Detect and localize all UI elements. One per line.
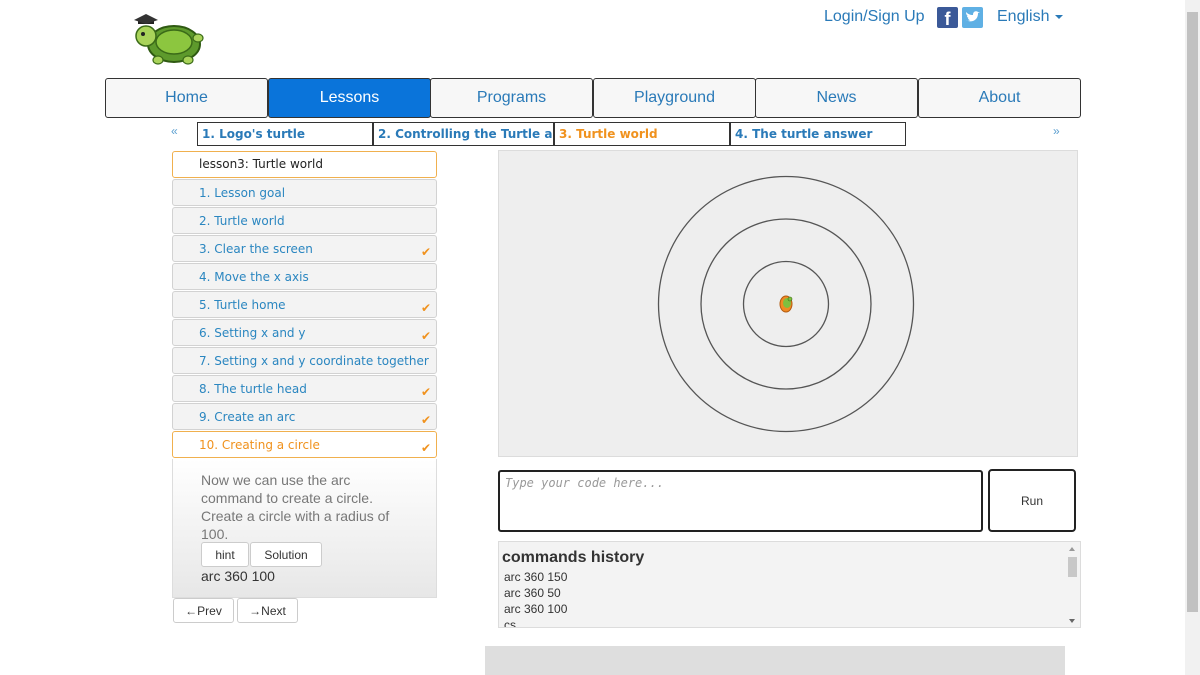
step-label: 10. Creating a circle: [199, 438, 320, 452]
check-icon: ✔: [420, 301, 431, 315]
history-item[interactable]: arc 360 150: [504, 570, 567, 584]
check-icon: ✔: [420, 245, 431, 259]
history-item[interactable]: arc 360 50: [504, 586, 561, 600]
lesson-tab-4[interactable]: 4. The turtle answer: [730, 122, 906, 146]
step-label: 5. Turtle home: [199, 298, 286, 312]
history-scrollbar[interactable]: [1065, 543, 1079, 627]
turtle-icon: [779, 295, 793, 313]
check-icon: ✔: [420, 385, 431, 399]
chevron-down-icon: [1055, 14, 1064, 19]
twitter-icon[interactable]: [962, 7, 983, 28]
login-signup-link[interactable]: Login/Sign Up: [824, 8, 925, 26]
step-item[interactable]: 2. Turtle world: [172, 207, 437, 234]
language-selector[interactable]: English: [997, 8, 1064, 26]
step-label: 3. Clear the screen: [199, 242, 313, 256]
next-button[interactable]: →Next: [237, 598, 298, 623]
history-title: commands history: [502, 549, 645, 566]
check-icon: ✔: [420, 329, 431, 343]
solution-button[interactable]: Solution: [250, 542, 322, 567]
nav-tab-programs[interactable]: Programs: [430, 78, 593, 118]
lesson-title: lesson3: Turtle world: [172, 151, 437, 178]
language-label: English: [997, 8, 1050, 25]
step-item-active[interactable]: 10. Creating a circle ✔: [172, 431, 437, 458]
step-label: 1. Lesson goal: [199, 186, 286, 200]
nav-tab-lessons[interactable]: Lessons: [268, 78, 431, 118]
lesson-tabs-next-arrow[interactable]: »: [1053, 124, 1060, 138]
step-item[interactable]: 4. Move the x axis: [172, 263, 437, 290]
step-instruction: Now we can use the arc command to create…: [201, 472, 390, 542]
step-label: 6. Setting x and y: [199, 326, 306, 340]
turtle-logo[interactable]: [128, 8, 212, 70]
turtle-canvas[interactable]: [498, 150, 1078, 457]
facebook-icon[interactable]: f: [937, 7, 958, 29]
check-icon: ✔: [420, 441, 431, 455]
step-label: 2. Turtle world: [199, 214, 285, 228]
history-item[interactable]: cs: [504, 618, 516, 627]
nav-tab-playground[interactable]: Playground: [593, 78, 756, 118]
step-label: 9. Create an arc: [199, 410, 296, 424]
step-item[interactable]: 1. Lesson goal: [172, 179, 437, 206]
step-item[interactable]: 8. The turtle head ✔: [172, 375, 437, 402]
hint-button[interactable]: hint: [201, 542, 249, 567]
step-label: 4. Move the x axis: [199, 270, 309, 284]
check-icon: ✔: [420, 413, 431, 427]
step-label: 7. Setting x and y coordinate together: [199, 354, 429, 368]
nav-tab-news[interactable]: News: [755, 78, 918, 118]
lesson-tab-3[interactable]: 3. Turtle world: [554, 122, 730, 146]
step-item[interactable]: 7. Setting x and y coordinate together: [172, 347, 437, 374]
lesson-tab-2[interactable]: 2. Controlling the Turtle and Pen: [373, 122, 554, 146]
run-button[interactable]: Run: [988, 469, 1076, 532]
nav-tab-about[interactable]: About: [918, 78, 1081, 118]
code-input[interactable]: [498, 470, 983, 532]
step-item[interactable]: 9. Create an arc ✔: [172, 403, 437, 430]
step-label: 8. The turtle head: [199, 382, 307, 396]
step-item[interactable]: 5. Turtle home ✔: [172, 291, 437, 318]
lesson-tabs-prev-arrow[interactable]: «: [171, 124, 178, 138]
footer-bar: [485, 646, 1065, 675]
page-scrollbar-thumb[interactable]: [1187, 12, 1198, 612]
solution-answer: arc 360 100: [201, 568, 275, 584]
nav-tab-home[interactable]: Home: [105, 78, 268, 118]
turtle-drawing: [657, 175, 915, 433]
prev-button[interactable]: ←Prev: [173, 598, 234, 623]
lesson-tab-1[interactable]: 1. Logo's turtle: [197, 122, 373, 146]
step-item[interactable]: 3. Clear the screen ✔: [172, 235, 437, 262]
step-item[interactable]: 6. Setting x and y ✔: [172, 319, 437, 346]
history-item[interactable]: arc 360 100: [504, 602, 567, 616]
